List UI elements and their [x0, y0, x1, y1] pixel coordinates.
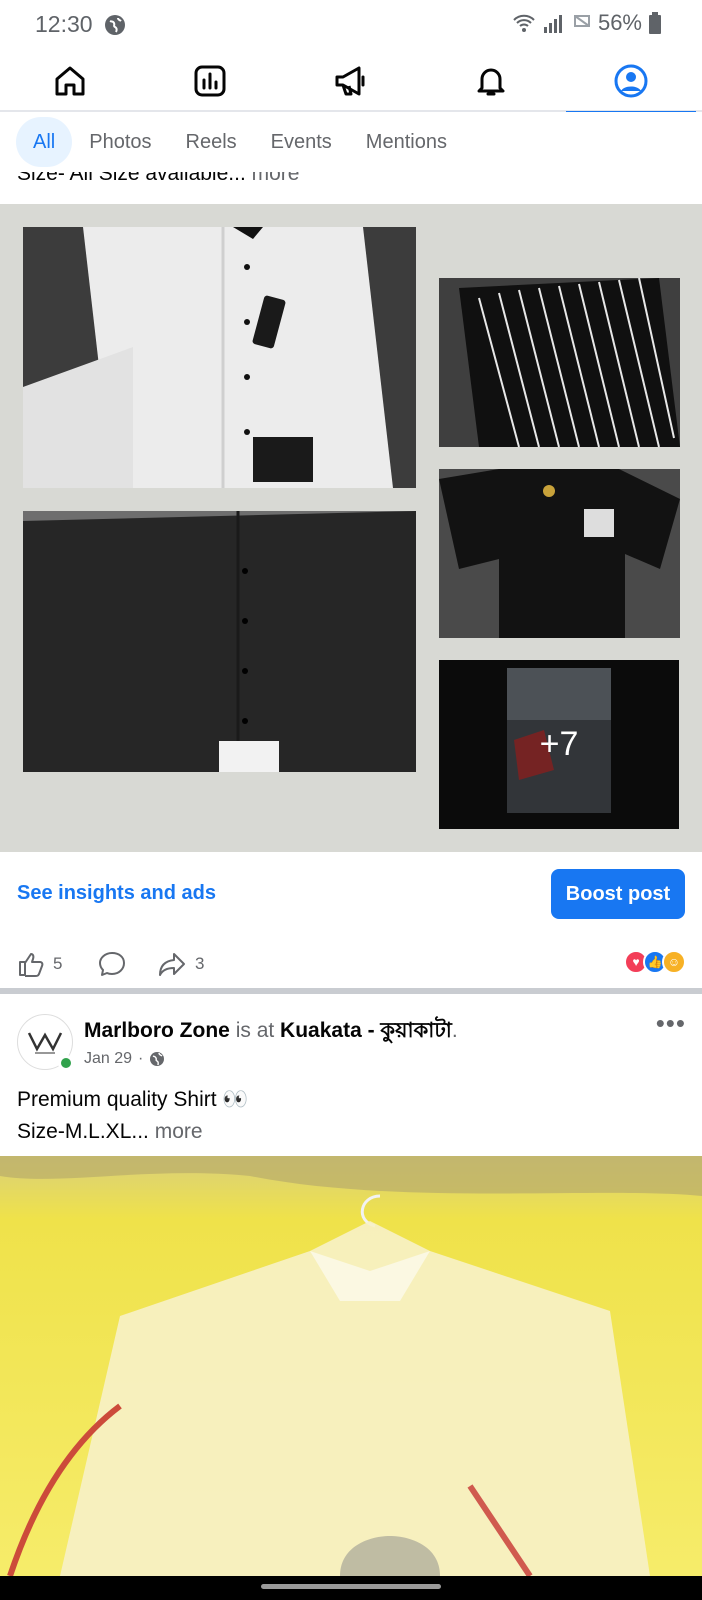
filter-all[interactable]: All: [16, 117, 73, 167]
photo-white-shirt[interactable]: [23, 227, 416, 488]
post-meta: Jan 29 ·: [84, 1050, 165, 1068]
home-icon: [55, 66, 85, 96]
reaction-summary[interactable]: ♥ 👍 ☺: [624, 950, 686, 974]
avatar[interactable]: [17, 1014, 74, 1071]
post-date[interactable]: Jan 29: [84, 1050, 132, 1068]
period: .: [451, 1019, 458, 1042]
post-text-line1: Premium quality Shirt 👀: [17, 1088, 249, 1111]
bell-icon: [477, 68, 505, 96]
no-sim-icon: [573, 15, 590, 27]
comment-icon: [99, 952, 125, 976]
nav-profile[interactable]: [566, 50, 696, 114]
page-logo-icon: [27, 1032, 63, 1054]
filter-events[interactable]: Events: [254, 117, 349, 167]
photo-printed-tshirt[interactable]: +7: [439, 660, 679, 829]
like-icon: [19, 953, 44, 977]
author-name[interactable]: Marlboro Zone: [84, 1019, 230, 1042]
megaphone-icon: [335, 66, 365, 96]
nav-home[interactable]: [5, 50, 135, 112]
filter-bar: All Photos Reels Events Mentions: [0, 112, 702, 172]
share-count: 3: [195, 954, 205, 973]
see-more-link-post[interactable]: more: [155, 1120, 203, 1143]
filter-mentions[interactable]: Mentions: [349, 117, 464, 167]
top-nav: [0, 50, 702, 114]
signal-icon: [543, 15, 562, 33]
post-photo[interactable]: [0, 1156, 702, 1576]
location-name[interactable]: Kuakata - কুয়াকাটা: [280, 1019, 452, 1042]
insights-icon: [194, 65, 226, 97]
post-text-line2: Size-M.L.XL...: [17, 1120, 149, 1143]
nav-notifications[interactable]: [426, 50, 556, 112]
share-action[interactable]: 3: [157, 950, 204, 978]
photo-black-tshirt[interactable]: [439, 469, 680, 638]
status-bar: 12:30 56%: [0, 0, 702, 50]
battery-icon: [649, 12, 661, 34]
post-options-button[interactable]: •••: [656, 1008, 686, 1039]
like-count: 5: [53, 954, 63, 973]
meta-separator: ·: [138, 1050, 144, 1067]
globe-icon: [150, 1052, 165, 1066]
see-insights-link[interactable]: See insights and ads: [17, 882, 216, 905]
photo-striped-shirt[interactable]: [439, 278, 680, 447]
boost-post-button[interactable]: Boost post: [551, 869, 685, 919]
status-time: 12:30: [35, 11, 93, 37]
photo-black-shirt[interactable]: [23, 511, 416, 772]
care-reaction-icon: ☺: [662, 950, 686, 974]
post-actions-row: See insights and ads Boost post: [0, 852, 702, 936]
nav-ads[interactable]: [286, 50, 416, 112]
post-author-line: Marlboro Zone is at Kuakata - কুয়াকাটা.: [84, 1014, 458, 1049]
is-at-text: is at: [235, 1019, 275, 1042]
photo-gallery: +7: [0, 204, 702, 852]
home-indicator[interactable]: [261, 1584, 441, 1589]
nav-insights[interactable]: [145, 50, 275, 112]
wifi-icon: [513, 14, 535, 32]
filter-photos[interactable]: Photos: [72, 117, 168, 167]
profile-icon: [614, 64, 648, 98]
comment-action[interactable]: [97, 950, 127, 978]
share-icon: [159, 953, 185, 976]
globe-status-icon: [103, 13, 127, 37]
post-header: Marlboro Zone is at Kuakata - কুয়াকাটা.…: [0, 994, 702, 1088]
status-icons: 56%: [512, 10, 662, 36]
like-action[interactable]: 5: [17, 950, 62, 978]
post-text: Premium quality Shirt 👀 Size-M.L.XL... m…: [17, 1084, 687, 1148]
system-nav-bar: [0, 1576, 702, 1600]
online-status-dot: [58, 1055, 74, 1071]
reactions-row: 5 3 ♥ 👍 ☺: [0, 936, 702, 994]
filter-reels[interactable]: Reels: [169, 117, 254, 167]
battery-percent: 56%: [597, 10, 642, 35]
more-photos-count: +7: [439, 660, 679, 829]
